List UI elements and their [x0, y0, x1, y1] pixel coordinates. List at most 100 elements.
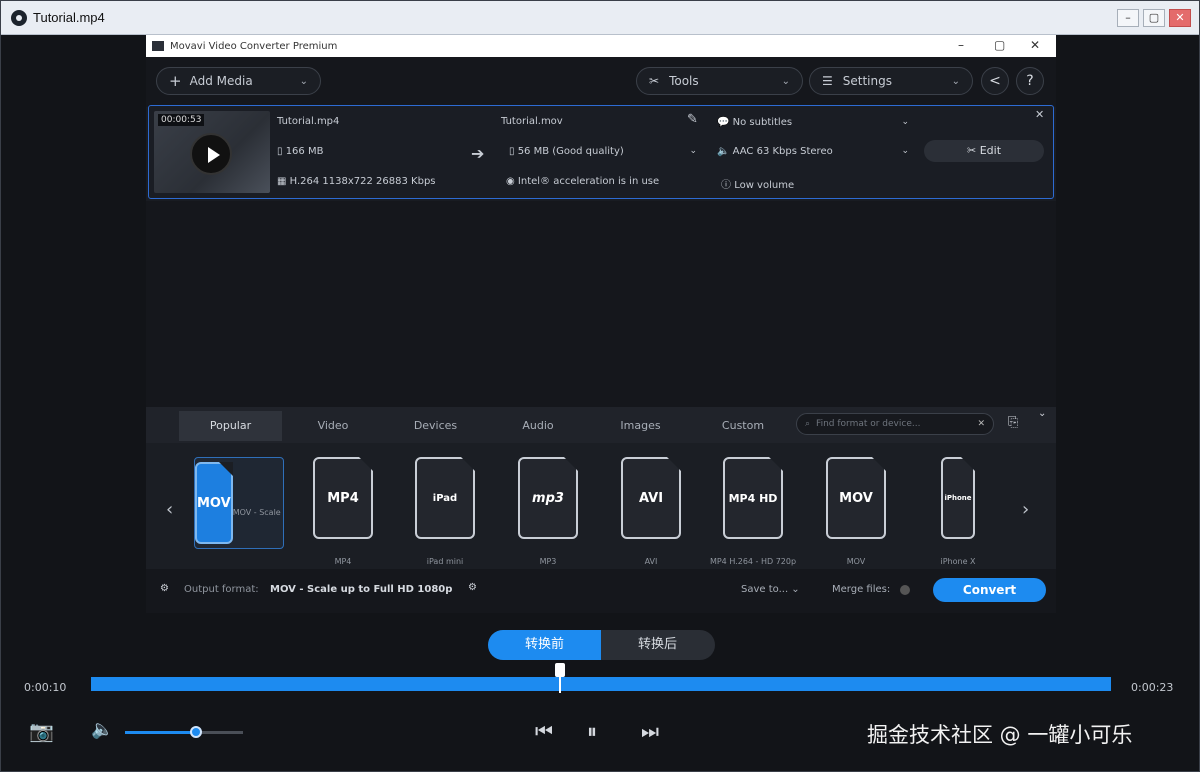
output-filename: Tutorial.mov	[501, 116, 563, 127]
avi-icon: AVI	[621, 457, 681, 539]
format-mov-fullhd[interactable]: MOV MOV - Scale up to Full...	[194, 457, 284, 549]
tab-devices[interactable]: Devices	[384, 411, 487, 441]
source-filename: Tutorial.mp4	[277, 116, 340, 127]
rename-pen-icon[interactable]: ✎	[687, 112, 698, 127]
save-to-dropdown[interactable]: Save to... ⌄	[741, 584, 800, 595]
after-tab[interactable]: 转换后	[601, 630, 714, 660]
source-codec: ▦ H.264 1138x722 26883 Kbps	[277, 176, 436, 187]
chevron-down-icon: ⌄	[299, 75, 308, 87]
app-titlebar: Movavi Video Converter Premium – ▢ ✕	[146, 35, 1056, 57]
pause-icon[interactable]: ⏸	[587, 719, 597, 743]
close-button[interactable]: ✕	[1169, 9, 1191, 27]
format-gallery: ‹ MOV MOV - Scale up to Full... MP4 MP4 …	[146, 443, 1056, 569]
converter-app: Movavi Video Converter Premium – ▢ ✕ + A…	[146, 35, 1056, 613]
format-tabs: Popular Video Devices Audio Images Custo…	[146, 407, 1056, 443]
drop-area[interactable]	[146, 201, 1056, 407]
camera-icon[interactable]: 📷	[29, 719, 54, 743]
video-player-window: Tutorial.mp4 – ▢ ✕ Movavi Video Converte…	[0, 0, 1200, 772]
settings-gear-icon[interactable]: ⚙	[160, 583, 169, 594]
clear-search-icon[interactable]: ✕	[977, 419, 985, 429]
tab-video[interactable]: Video	[282, 411, 384, 441]
format-mp4-hd[interactable]: MP4 HD MP4 H.264 - HD 720p	[708, 457, 798, 566]
format-iphone[interactable]: iPhone iPhone X	[913, 457, 1003, 566]
export-icon[interactable]: ⎘	[1008, 415, 1018, 430]
ipad-icon: iPad	[415, 457, 475, 539]
scroll-left-icon[interactable]: ‹	[166, 499, 173, 520]
format-label: MP3	[539, 557, 557, 566]
app-close-icon[interactable]: ✕	[1030, 38, 1040, 52]
format-label: MP4	[334, 557, 352, 566]
app-minimize-icon[interactable]: –	[958, 38, 964, 52]
volume-icon[interactable]: 🔈	[91, 719, 113, 740]
format-avi[interactable]: AVI AVI	[606, 457, 696, 566]
current-time: 0:00:10	[24, 681, 67, 694]
format-label: MP4 H.264 - HD 720p	[709, 557, 797, 566]
minimize-button[interactable]: –	[1117, 9, 1139, 27]
video-thumbnail[interactable]: 00:00:53	[154, 111, 270, 193]
format-mp3[interactable]: mp3 MP3	[503, 457, 593, 566]
seek-position-line	[559, 677, 562, 693]
settings-dropdown[interactable]: ☰ Settings ⌄	[809, 67, 973, 95]
output-settings-icon[interactable]: ⚙	[468, 582, 477, 593]
maximize-button[interactable]: ▢	[1143, 9, 1165, 27]
watermark-logo	[491, 339, 721, 399]
format-search[interactable]: ⌕ Find format or device... ✕	[796, 413, 994, 435]
seek-bar[interactable]	[91, 677, 1111, 691]
chevron-down-icon: ⌄	[781, 75, 790, 87]
format-ipad[interactable]: iPad iPad mini	[400, 457, 490, 566]
before-tab[interactable]: 转换前	[488, 630, 601, 660]
volume-slider[interactable]	[125, 726, 243, 738]
add-media-button[interactable]: + Add Media ⌄	[156, 67, 321, 95]
chevron-down-icon: ⌄	[951, 75, 960, 87]
app-toolbar: + Add Media ⌄ ✂ Tools ⌄ ☰ Settings ⌄ < ?	[146, 57, 1056, 107]
plus-icon: +	[169, 72, 182, 90]
output-bar: ⚙ Output format: MOV - Scale up to Full …	[146, 569, 1056, 613]
remove-file-icon[interactable]: ✕	[1035, 108, 1044, 121]
audio-dropdown[interactable]: 🔈 AAC 63 Kbps Stereo ⌄	[717, 141, 909, 161]
tools-icon: ✂	[649, 74, 660, 88]
format-label: AVI	[644, 557, 658, 566]
format-mov[interactable]: MOV MOV	[811, 457, 901, 566]
collapse-chevron-icon[interactable]: ⌄	[1038, 408, 1046, 419]
iphone-icon: iPhone	[941, 457, 975, 539]
acceleration-label: ◉ Intel® acceleration is in use	[506, 176, 660, 187]
scroll-right-icon[interactable]: ›	[1022, 499, 1029, 520]
format-label: MOV	[846, 557, 866, 566]
volume-fill	[125, 731, 196, 734]
format-label: MOV - Scale up to Full...	[232, 507, 283, 517]
source-size: ▯ 166 MB	[277, 146, 324, 157]
subtitles-dropdown[interactable]: 💬 No subtitles ⌄	[717, 112, 909, 132]
output-size-dropdown[interactable]: ▯ 56 MB (Good quality) ⌄	[509, 141, 697, 161]
next-frame-icon[interactable]: ⏭	[641, 719, 659, 743]
tab-audio[interactable]: Audio	[487, 411, 589, 441]
app-maximize-icon[interactable]: ▢	[994, 38, 1005, 52]
player-titlebar: Tutorial.mp4 – ▢ ✕	[1, 1, 1199, 35]
share-button[interactable]: <	[981, 67, 1009, 95]
mov-icon: MOV	[195, 462, 233, 544]
tab-popular[interactable]: Popular	[179, 411, 282, 441]
previous-frame-icon[interactable]: ⏮	[535, 719, 553, 743]
convert-button[interactable]: Convert	[933, 578, 1046, 602]
low-volume-warning: ⓘ Low volume	[721, 180, 795, 191]
edit-button[interactable]: ✂ Edit	[924, 140, 1044, 162]
tab-images[interactable]: Images	[589, 411, 692, 441]
play-icon[interactable]	[190, 133, 232, 175]
volume-knob[interactable]	[189, 726, 202, 738]
settings-icon: ☰	[822, 74, 833, 88]
tools-dropdown[interactable]: ✂ Tools ⌄	[636, 67, 803, 95]
player-title: Tutorial.mp4	[33, 10, 105, 25]
tab-custom[interactable]: Custom	[692, 411, 794, 441]
search-input[interactable]: Find format or device...	[816, 419, 920, 429]
merge-files-toggle[interactable]	[900, 585, 910, 595]
app-title: Movavi Video Converter Premium	[170, 40, 338, 52]
watermark-caption: 掘金技术社区 @ 一罐小可乐	[867, 723, 1133, 747]
player-app-icon	[11, 9, 27, 26]
before-after-switch[interactable]: 转换前 转换后	[488, 630, 715, 660]
help-button[interactable]: ?	[1016, 67, 1044, 95]
seek-handle[interactable]	[555, 663, 566, 677]
file-item[interactable]: 00:00:53 Tutorial.mp4 ▯ 166 MB ▦ H.264 1…	[148, 105, 1054, 199]
format-mp4[interactable]: MP4 MP4	[298, 457, 388, 566]
mp4-icon: MP4	[313, 457, 373, 539]
add-media-label: Add Media	[189, 74, 253, 88]
mov-icon: MOV	[826, 457, 886, 539]
